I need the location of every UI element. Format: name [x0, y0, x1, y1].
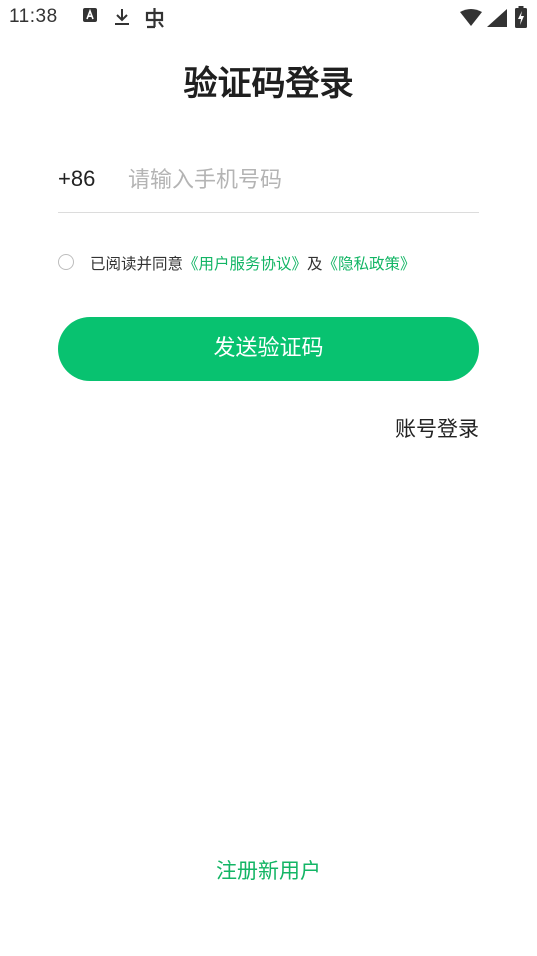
agreement-conjunction: 及 — [307, 255, 323, 273]
send-code-button[interactable]: 发送验证码 — [58, 317, 479, 381]
battery-charging-icon — [515, 6, 527, 32]
account-login-link[interactable]: 账号登录 — [395, 413, 479, 443]
download-icon — [113, 7, 131, 31]
agreement-row: 已阅读并同意《用户服务协议》及《隐私政策》 — [58, 252, 498, 276]
wifi-icon — [460, 9, 482, 31]
privacy-policy-link[interactable]: 《隐私政策》 — [323, 255, 416, 273]
register-container: 注册新用户 — [0, 855, 537, 885]
signal-icon — [487, 9, 507, 31]
user-agreement-link[interactable]: 《用户服务协议》 — [183, 255, 307, 273]
status-time: 11:38 — [9, 6, 58, 27]
register-link[interactable]: 注册新用户 — [216, 859, 321, 883]
status-bar: 11:38 — [0, 0, 537, 36]
agreement-checkbox[interactable] — [58, 254, 74, 270]
phone-input[interactable] — [128, 160, 468, 200]
country-code[interactable]: +86 — [58, 166, 95, 192]
page-title: 验证码登录 — [183, 64, 354, 104]
bug-icon — [143, 7, 167, 33]
agreement-text: 已阅读并同意《用户服务协议》及《隐私政策》 — [90, 252, 416, 274]
phone-field-row: +86 — [58, 160, 479, 213]
agreement-prefix: 已阅读并同意 — [90, 255, 184, 273]
a-badge-icon — [82, 7, 98, 27]
